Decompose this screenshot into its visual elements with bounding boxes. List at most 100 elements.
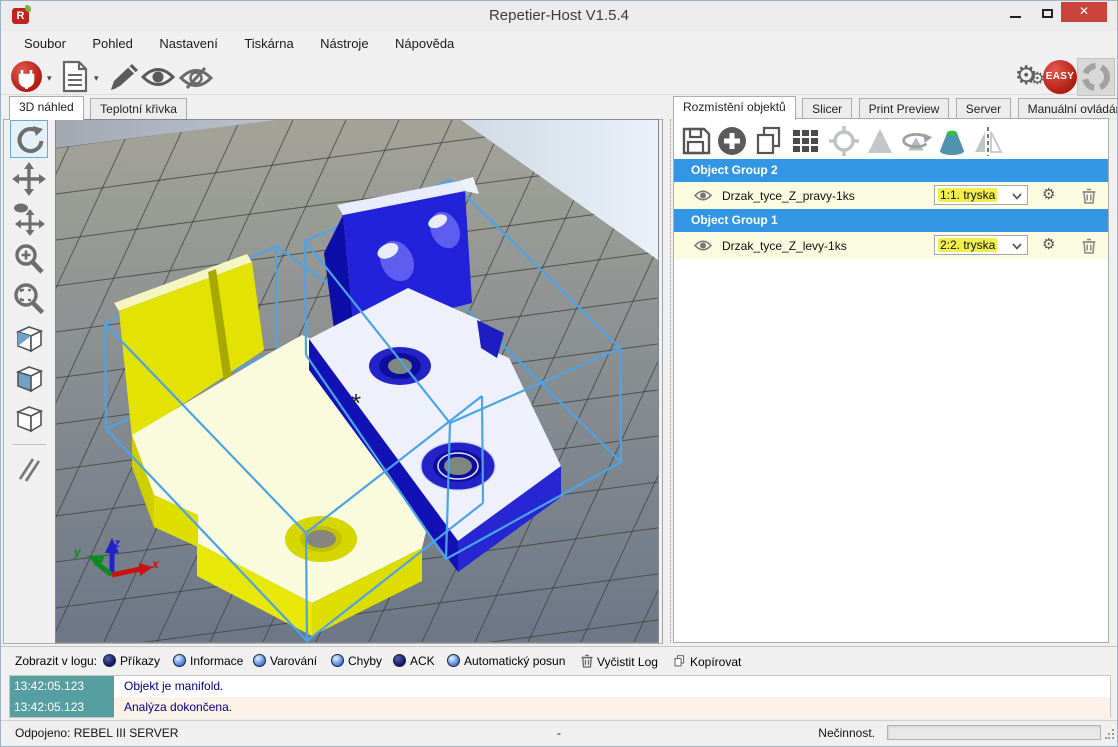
- object-settings-gear-icon[interactable]: ⚙: [1042, 185, 1055, 203]
- save-button[interactable]: [678, 124, 714, 158]
- delete-object-trash-icon[interactable]: [1082, 188, 1096, 204]
- front-view-button[interactable]: [10, 360, 48, 398]
- axis-label-z: z: [113, 536, 120, 550]
- rotate-icon: [13, 123, 45, 155]
- parallel-projection-button[interactable]: [10, 451, 48, 489]
- center-object-button[interactable]: [826, 124, 862, 158]
- log-filter-label: Zobrazit v logu:: [15, 654, 97, 668]
- hide-travel-button[interactable]: [179, 66, 213, 90]
- menu-soubor[interactable]: Soubor: [13, 31, 77, 56]
- emergency-stop-button[interactable]: [1077, 58, 1115, 96]
- progress-bar: [887, 725, 1101, 740]
- add-object-button[interactable]: [714, 124, 750, 158]
- emergency-stop-icon: [1078, 59, 1114, 95]
- eye-slash-icon: [179, 66, 213, 90]
- maximize-button[interactable]: [1033, 5, 1061, 23]
- move-viewpoint-button[interactable]: [10, 200, 48, 238]
- tab-manualni-ovladani[interactable]: Manuální ovládání: [1018, 98, 1118, 120]
- rotate-object-icon: [898, 125, 934, 157]
- tab-print-preview[interactable]: Print Preview: [859, 98, 950, 120]
- edit-button[interactable]: [107, 62, 139, 92]
- app-window: R Repetier-Host V1.5.4 ✕ Soubor Pohled N…: [0, 0, 1118, 747]
- toggle-prikazy[interactable]: Příkazy: [103, 654, 160, 668]
- menu-nastroje[interactable]: Nástroje: [309, 31, 379, 56]
- visibility-eye-icon[interactable]: [694, 189, 712, 202]
- object-name[interactable]: Drzak_tyce_Z_pravy-1ks: [722, 189, 855, 203]
- chevron-down-icon: [1012, 193, 1022, 200]
- toggle-varovani[interactable]: Varování: [253, 654, 317, 668]
- extruder-select[interactable]: 2:2. tryska: [934, 235, 1028, 255]
- object-row[interactable]: Drzak_tyce_Z_levy-1ks 2:2. tryska ⚙: [674, 232, 1108, 259]
- mirror-object-button[interactable]: [970, 124, 1006, 158]
- menu-tiskarna[interactable]: Tiskárna: [233, 31, 304, 56]
- menu-nastaveni[interactable]: Nastavení: [148, 31, 229, 56]
- toggle-automaticky-posun[interactable]: Automatický posun: [447, 654, 565, 668]
- easy-mode-button[interactable]: EASY: [1043, 60, 1077, 94]
- resize-grip[interactable]: [1105, 729, 1115, 739]
- view-tool-column: [9, 120, 53, 642]
- settings-gears-icon[interactable]: ⚙⚙: [1014, 60, 1037, 91]
- plus-circle-icon: [716, 125, 748, 157]
- trash-icon: [581, 654, 593, 668]
- status-bar: Odpojeno: REBEL III SERVER - Nečinnost.: [1, 720, 1117, 743]
- toggle-circle-icon: [331, 654, 344, 667]
- toggle-chyby[interactable]: Chyby: [331, 654, 382, 668]
- printer-state: Nečinnost.: [818, 726, 875, 740]
- plug-icon: [11, 61, 42, 92]
- clear-log-button[interactable]: Vyčistit Log: [581, 654, 658, 669]
- log-time: 13:42:05.123: [14, 697, 114, 718]
- isometric-view-button[interactable]: [10, 320, 48, 358]
- delete-object-trash-icon[interactable]: [1082, 238, 1096, 254]
- panel-splitter[interactable]: [662, 119, 671, 643]
- tab-3d-nahled[interactable]: 3D náhled: [9, 96, 84, 120]
- log-entry: 13:42:05.123 Objekt je manifold.: [10, 676, 1110, 697]
- toggle-ack[interactable]: ACK: [393, 654, 435, 668]
- load-button[interactable]: [61, 60, 89, 93]
- parallel-projection-icon: [13, 454, 45, 486]
- autoposition-button[interactable]: [788, 124, 824, 158]
- 3d-viewport[interactable]: y z x *: [55, 119, 659, 643]
- copy-object-button[interactable]: [751, 124, 787, 158]
- minimize-button[interactable]: [1001, 5, 1029, 23]
- tab-teplotni-krivka[interactable]: Teplotní křivka: [90, 98, 187, 120]
- toggle-circle-icon: [173, 654, 186, 667]
- extruder-select[interactable]: 1:1. tryska: [934, 185, 1028, 205]
- move-view-button[interactable]: [10, 160, 48, 198]
- tool-divider: [12, 444, 46, 445]
- center-icon: [827, 124, 861, 158]
- drop-object-button[interactable]: [862, 124, 898, 158]
- zoom-fit-button[interactable]: [10, 280, 48, 318]
- toggle-circle-icon: [253, 654, 266, 667]
- minimize-icon: [1010, 16, 1021, 18]
- cut-object-button[interactable]: [934, 124, 970, 158]
- top-view-button[interactable]: [10, 400, 48, 438]
- log-output[interactable]: 13:42:05.123 Objekt je manifold. 13:42:0…: [9, 675, 1111, 718]
- rotate-view-button[interactable]: [10, 120, 48, 158]
- visibility-eye-icon[interactable]: [694, 239, 712, 252]
- toggle-informace[interactable]: Informace: [173, 654, 243, 668]
- rotate-object-button[interactable]: [898, 124, 934, 158]
- object-group-header[interactable]: Object Group 2: [674, 159, 1108, 182]
- cut-cone-icon: [936, 126, 968, 156]
- zoom-in-button[interactable]: [10, 240, 48, 278]
- load-dropdown-arrow[interactable]: ▾: [94, 73, 99, 84]
- tab-slicer[interactable]: Slicer: [802, 98, 852, 120]
- close-button[interactable]: ✕: [1061, 2, 1107, 22]
- log-message: Analýza dokončena.: [124, 697, 232, 718]
- object-name[interactable]: Drzak_tyce_Z_levy-1ks: [722, 239, 847, 253]
- tab-server[interactable]: Server: [956, 98, 1011, 120]
- copy-log-button[interactable]: Kopírovat: [673, 654, 741, 669]
- object-row[interactable]: Drzak_tyce_Z_pravy-1ks 1:1. tryska ⚙: [674, 182, 1108, 209]
- tab-rozmisteni-objektu[interactable]: Rozmístění objektů: [673, 96, 796, 120]
- show-filament-button[interactable]: [141, 66, 175, 88]
- object-settings-gear-icon[interactable]: ⚙: [1042, 235, 1055, 253]
- zoom-fit-icon: [12, 282, 46, 316]
- connect-dropdown-arrow[interactable]: ▾: [47, 73, 52, 84]
- object-group-header[interactable]: Object Group 1: [674, 209, 1108, 232]
- menu-napoveda[interactable]: Nápověda: [384, 31, 465, 56]
- connect-button[interactable]: [11, 61, 42, 92]
- menu-pohled[interactable]: Pohled: [81, 31, 143, 56]
- copy-icon: [673, 654, 686, 668]
- grid-icon: [791, 126, 821, 156]
- title-bar: R Repetier-Host V1.5.4 ✕: [1, 1, 1117, 31]
